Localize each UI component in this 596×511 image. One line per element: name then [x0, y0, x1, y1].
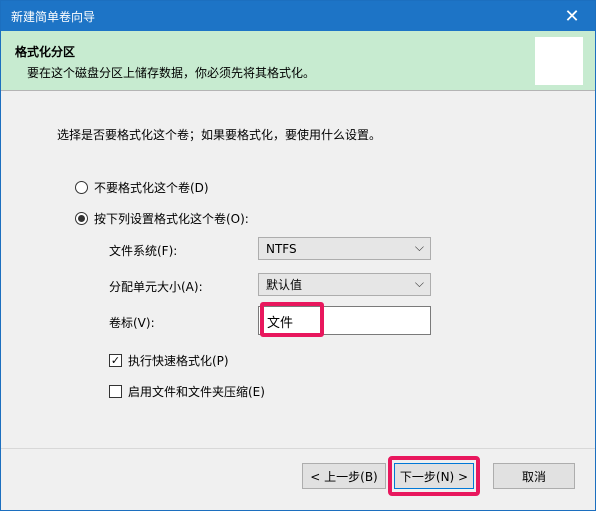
compression-checkbox[interactable]: 启用文件和文件夹压缩(E) — [109, 383, 265, 400]
radio-no-format[interactable]: 不要格式化这个卷(D) — [75, 179, 209, 196]
wizard-content: 选择是否要格式化这个卷；如果要格式化，要使用什么设置。 不要格式化这个卷(D) … — [1, 92, 595, 448]
radio-format[interactable]: 按下列设置格式化这个卷(O): — [75, 210, 249, 227]
chevron-down-icon: ⌵ — [414, 276, 424, 290]
intro-text: 选择是否要格式化这个卷；如果要格式化，要使用什么设置。 — [57, 128, 382, 142]
filesystem-value: NTFS — [266, 241, 297, 256]
unit-size-value: 默认值 — [266, 278, 303, 292]
radio-label: 不要格式化这个卷(D) — [94, 181, 209, 195]
radio-circle[interactable] — [75, 212, 88, 225]
page-subtitle: 要在这个磁盘分区上储存数据，你必须先将其格式化。 — [27, 66, 316, 80]
unit-size-label: 分配单元大小(A): — [109, 280, 203, 294]
volume-label-label: 卷标(V): — [109, 316, 155, 330]
radio-circle[interactable] — [75, 181, 88, 194]
next-button[interactable]: 下一步(N) > — [394, 463, 474, 489]
unit-size-select[interactable]: 默认值 ⌵ — [258, 273, 431, 296]
wizard-window: 新建简单卷向导 ✕ 格式化分区 要在这个磁盘分区上储存数据，你必须先将其格式化。… — [0, 0, 596, 511]
cancel-button[interactable]: 取消 — [493, 463, 575, 489]
radio-label: 按下列设置格式化这个卷(O): — [94, 212, 249, 226]
checkbox-box[interactable]: ✓ — [109, 354, 122, 367]
checkbox-label: 执行快速格式化(P) — [128, 354, 229, 368]
filesystem-label: 文件系统(F): — [109, 244, 178, 258]
page-title: 格式化分区 — [15, 45, 76, 59]
title-bar: 新建简单卷向导 ✕ — [1, 1, 595, 31]
close-button[interactable]: ✕ — [549, 1, 595, 31]
footer-divider — [1, 448, 595, 449]
volume-label-input[interactable]: 文件 — [258, 306, 431, 335]
window-title: 新建简单卷向导 — [11, 10, 96, 24]
checkbox-label: 启用文件和文件夹压缩(E) — [128, 385, 265, 399]
filesystem-select[interactable]: NTFS ⌵ — [258, 237, 431, 260]
wizard-image — [535, 37, 583, 85]
back-button[interactable]: < 上一步(B) — [302, 463, 386, 489]
quick-format-checkbox[interactable]: ✓ 执行快速格式化(P) — [109, 352, 229, 369]
chevron-down-icon: ⌵ — [414, 240, 424, 254]
checkbox-box[interactable] — [109, 385, 122, 398]
close-icon: ✕ — [564, 5, 580, 27]
wizard-header: 格式化分区 要在这个磁盘分区上储存数据，你必须先将其格式化。 — [1, 31, 595, 91]
